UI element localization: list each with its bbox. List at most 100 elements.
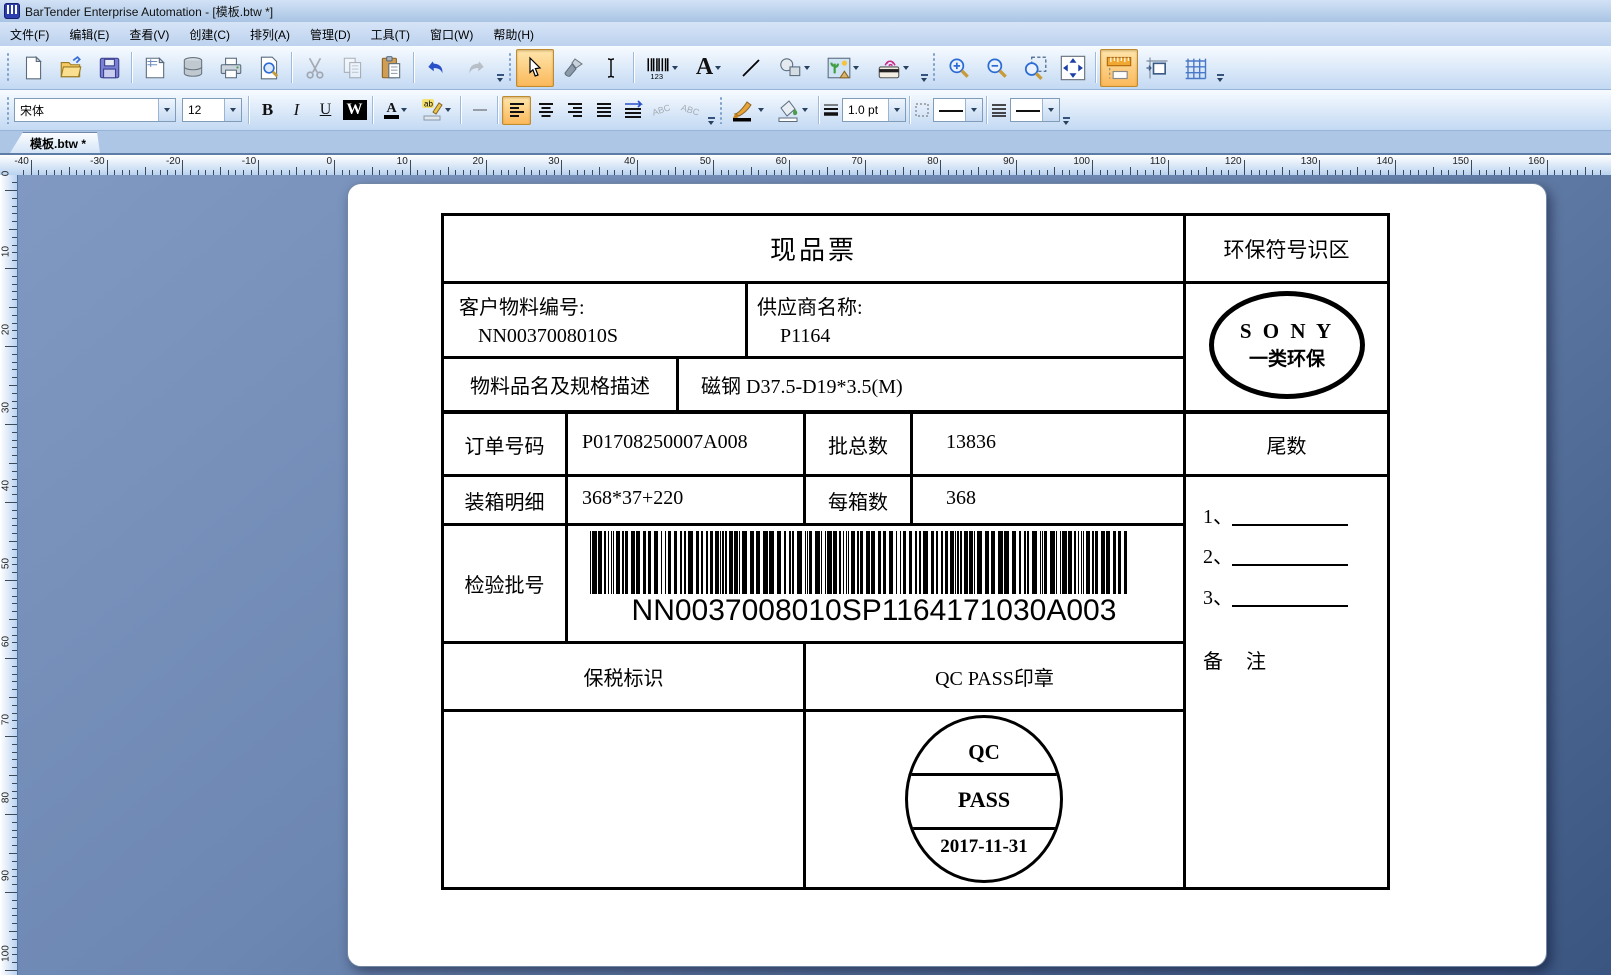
border-style-combo[interactable] (1010, 98, 1060, 122)
title-bar[interactable]: BarTender Enterprise Automation - [模板.bt… (0, 0, 1611, 22)
underline-button[interactable]: U (311, 96, 340, 125)
menu-item-8[interactable]: 帮助(H) (483, 23, 544, 46)
dropdown-arrow[interactable] (224, 99, 241, 121)
zoom-out-button[interactable] (978, 49, 1016, 87)
toolbar-overflow-button[interactable] (1060, 93, 1072, 128)
undo-button[interactable] (418, 49, 456, 87)
save-button[interactable] (90, 49, 128, 87)
grid-toggle-button[interactable] (1176, 49, 1214, 87)
ruler-tick (5, 736, 17, 737)
dropdown-arrow[interactable] (888, 99, 905, 121)
zoom-in-button[interactable] (940, 49, 978, 87)
database-setup-button[interactable] (174, 49, 212, 87)
line-dash-combo[interactable] (933, 98, 983, 122)
toolbar-grip[interactable] (932, 52, 936, 83)
dropdown-arrow[interactable] (801, 97, 810, 124)
ruler-tick (1205, 167, 1207, 175)
dropdown-arrow[interactable] (965, 99, 982, 121)
toolbar-overflow-button[interactable] (1214, 50, 1226, 85)
text-tool-button[interactable]: A (686, 49, 732, 87)
toolbar-overflow-button[interactable] (918, 50, 930, 85)
page-setup-button[interactable] (136, 49, 174, 87)
shape-tool-button[interactable] (770, 49, 818, 87)
line-color-button[interactable] (727, 96, 769, 125)
align-center-icon (538, 103, 553, 117)
ruler-tick (9, 853, 17, 854)
strikethrough-button[interactable] (465, 96, 494, 125)
toolbar-grip[interactable] (508, 52, 512, 83)
menu-item-4[interactable]: 排列(A) (240, 23, 300, 46)
align-fit-button[interactable] (618, 96, 647, 125)
fit-to-window-button[interactable] (1054, 49, 1092, 87)
dropdown-arrow[interactable] (902, 50, 911, 86)
menu-item-6[interactable]: 工具(T) (361, 23, 420, 46)
label-page[interactable] (347, 183, 1547, 967)
open-document-button[interactable] (52, 49, 90, 87)
line-weight-icon (824, 104, 838, 116)
font-color-button[interactable]: A (377, 96, 415, 125)
line-weight-combo[interactable]: 1.0 pt (842, 98, 906, 122)
zoom-selection-button[interactable] (1016, 49, 1054, 87)
snap-toggle-button[interactable] (1138, 49, 1176, 87)
ruler-tick (12, 720, 17, 722)
ruler-tick (1319, 160, 1321, 175)
print-button[interactable] (212, 49, 250, 87)
image-tool-button[interactable] (818, 49, 868, 87)
zoom-out-icon (987, 57, 1007, 78)
rotate-text-down-button[interactable]: ABC (676, 96, 705, 125)
align-right-button[interactable] (560, 96, 589, 125)
dropdown-arrow[interactable] (399, 97, 408, 124)
toolbar-grip[interactable] (6, 96, 10, 124)
fill-color-button[interactable] (769, 96, 815, 125)
dropdown-arrow[interactable] (852, 50, 861, 86)
menu-item-1[interactable]: 编辑(E) (59, 23, 119, 46)
select-tool-button[interactable] (516, 48, 554, 87)
dropdown-arrow[interactable] (803, 50, 812, 86)
horizontal-ruler[interactable]: -40 -30 -20 -10 0 10 20 30 40 50 60 70 80 90 100 110 120… (0, 155, 1611, 176)
menu-item-2[interactable]: 查看(V) (119, 23, 179, 46)
abc-rotate-up-icon: ABC (651, 102, 672, 118)
italic-button[interactable]: I (282, 96, 311, 125)
menu-item-0[interactable]: 文件(F) (0, 23, 59, 46)
toolbar-grip[interactable] (719, 96, 723, 124)
wrap-button[interactable]: W (340, 96, 369, 125)
bold-button[interactable]: B (253, 96, 282, 125)
menu-item-7[interactable]: 窗口(W) (420, 23, 483, 46)
font-size-combo[interactable]: 12 (182, 98, 242, 122)
dropdown-arrow[interactable] (757, 97, 766, 124)
dropdown-arrow[interactable] (713, 50, 722, 86)
dropdown-arrow[interactable] (158, 99, 175, 121)
menu-item-3[interactable]: 创建(C) (179, 23, 240, 46)
rotate-text-up-button[interactable]: ABC (647, 96, 676, 125)
dropdown-arrow[interactable] (444, 97, 453, 124)
align-center-button[interactable] (531, 96, 560, 125)
ruler-toggle-button[interactable] (1100, 48, 1138, 87)
dropdown-arrow[interactable] (1042, 99, 1059, 121)
align-justify-button[interactable] (589, 96, 618, 125)
align-left-button[interactable] (502, 95, 531, 125)
vertical-ruler[interactable]: 0 10 20 30 40 50 60 70 80 90 100 (0, 171, 18, 975)
ruler-tick (182, 160, 184, 175)
toolbar-overflow-button[interactable] (494, 50, 506, 85)
encoder-tool-button[interactable] (868, 49, 918, 87)
toolbar-overflow-button[interactable] (705, 93, 717, 128)
highlight-button[interactable]: ab (415, 96, 457, 125)
copy-button[interactable] (334, 49, 372, 87)
edit-text-tool-button[interactable] (592, 49, 630, 87)
new-document-button[interactable] (14, 49, 52, 87)
dropdown-arrow[interactable] (671, 50, 680, 86)
ruler-tick (1508, 167, 1510, 175)
tab-template-btw[interactable]: 模板.btw * (10, 132, 100, 153)
cut-button[interactable] (296, 49, 334, 87)
format-painter-button[interactable] (554, 49, 592, 87)
design-canvas[interactable] (17, 175, 1611, 975)
ruler-label: 0 (326, 156, 332, 167)
print-preview-button[interactable] (250, 49, 288, 87)
paste-button[interactable] (372, 49, 410, 87)
menu-item-5[interactable]: 管理(D) (300, 23, 361, 46)
toolbar-grip[interactable] (6, 52, 10, 83)
redo-button[interactable] (456, 49, 494, 87)
barcode-tool-button[interactable]: 123 (638, 49, 686, 87)
line-tool-button[interactable] (732, 49, 770, 87)
font-name-combo[interactable]: 宋体 (14, 98, 176, 122)
